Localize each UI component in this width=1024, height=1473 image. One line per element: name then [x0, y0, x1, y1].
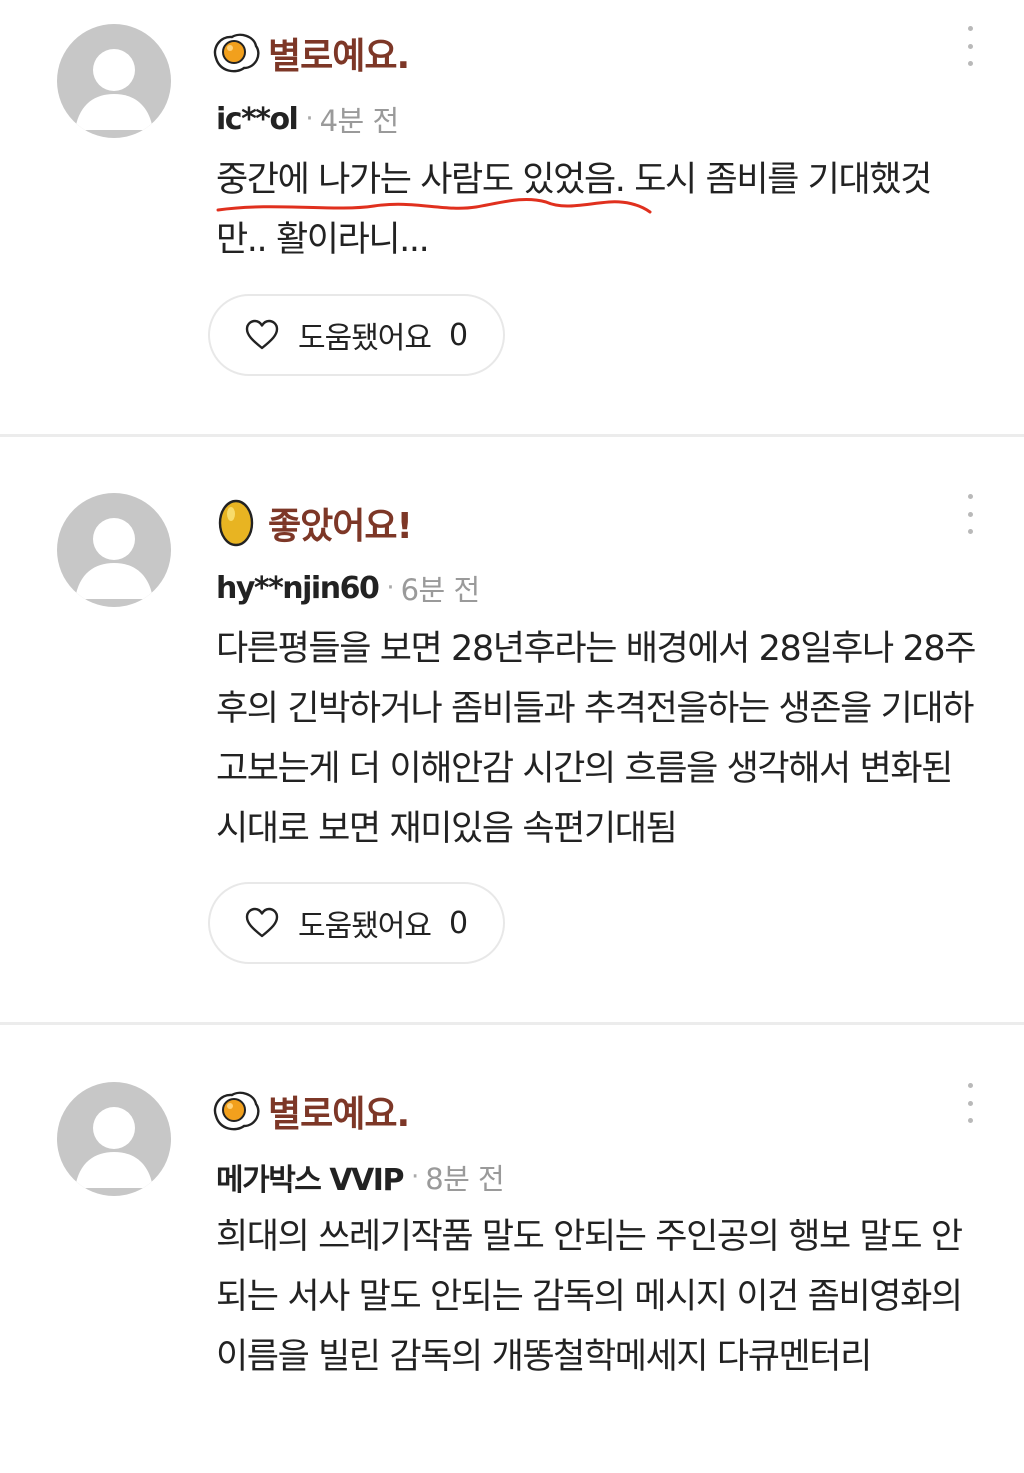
review-meta: hy**njin60 · 6분 전	[216, 568, 480, 608]
helpful-label: 도움됐어요	[298, 321, 432, 356]
rating-label: 별로예요.	[268, 36, 410, 77]
heart-icon	[244, 907, 280, 939]
divider	[0, 1022, 1024, 1025]
review-meta: 메가박스 VVIP · 8분 전	[216, 1157, 505, 1198]
timestamp: 4분 전	[319, 104, 400, 138]
meta-separator: ·	[305, 104, 314, 134]
username: 메가박스 VVIP	[216, 1163, 404, 1198]
username: hy**njin60	[216, 570, 380, 606]
timestamp: 8분 전	[425, 1162, 505, 1196]
user-silhouette-icon	[75, 1107, 153, 1188]
rating: 별로예요.	[210, 28, 410, 78]
review-text: 희대의 쓰레기작품 말도 안되는 주인공의 행보 말도 안되는 서사 말도 안되…	[216, 1217, 963, 1377]
meta-separator: ·	[410, 1162, 420, 1192]
username: ic**ol	[216, 101, 299, 137]
rating: 별로예요.	[210, 1086, 410, 1136]
rating: 좋았어요!	[210, 498, 413, 548]
helpful-button[interactable]: 도움됐어요 0	[208, 294, 505, 376]
more-options-icon[interactable]	[958, 1083, 982, 1123]
rating-label: 좋았어요!	[268, 506, 413, 547]
helpful-label: 도움됐어요	[298, 909, 432, 944]
user-silhouette-icon	[75, 49, 153, 130]
review-meta: ic**ol · 4분 전	[216, 99, 399, 139]
helpful-count: 0	[449, 905, 469, 941]
rating-label: 별로예요.	[268, 1094, 410, 1135]
fried-egg-icon	[213, 33, 260, 73]
helpful-button[interactable]: 도움됐어요 0	[208, 882, 505, 964]
golden-egg-icon	[218, 499, 254, 547]
timestamp: 6분 전	[400, 573, 481, 607]
avatar[interactable]	[57, 493, 171, 607]
more-options-icon[interactable]	[958, 494, 982, 534]
meta-separator: ·	[386, 573, 395, 603]
avatar[interactable]	[57, 1082, 171, 1196]
more-options-icon[interactable]	[958, 26, 982, 66]
divider	[0, 434, 1024, 437]
avatar[interactable]	[57, 24, 171, 138]
review-text: 다른평들을 보면 28년후라는 배경에서 28일후나 28주후의 긴박하거나 좀…	[216, 629, 976, 849]
helpful-count: 0	[449, 317, 469, 353]
fried-egg-icon	[213, 1091, 260, 1131]
heart-icon	[244, 319, 280, 351]
handwritten-underline-annotation	[216, 198, 652, 214]
user-silhouette-icon	[75, 518, 153, 599]
